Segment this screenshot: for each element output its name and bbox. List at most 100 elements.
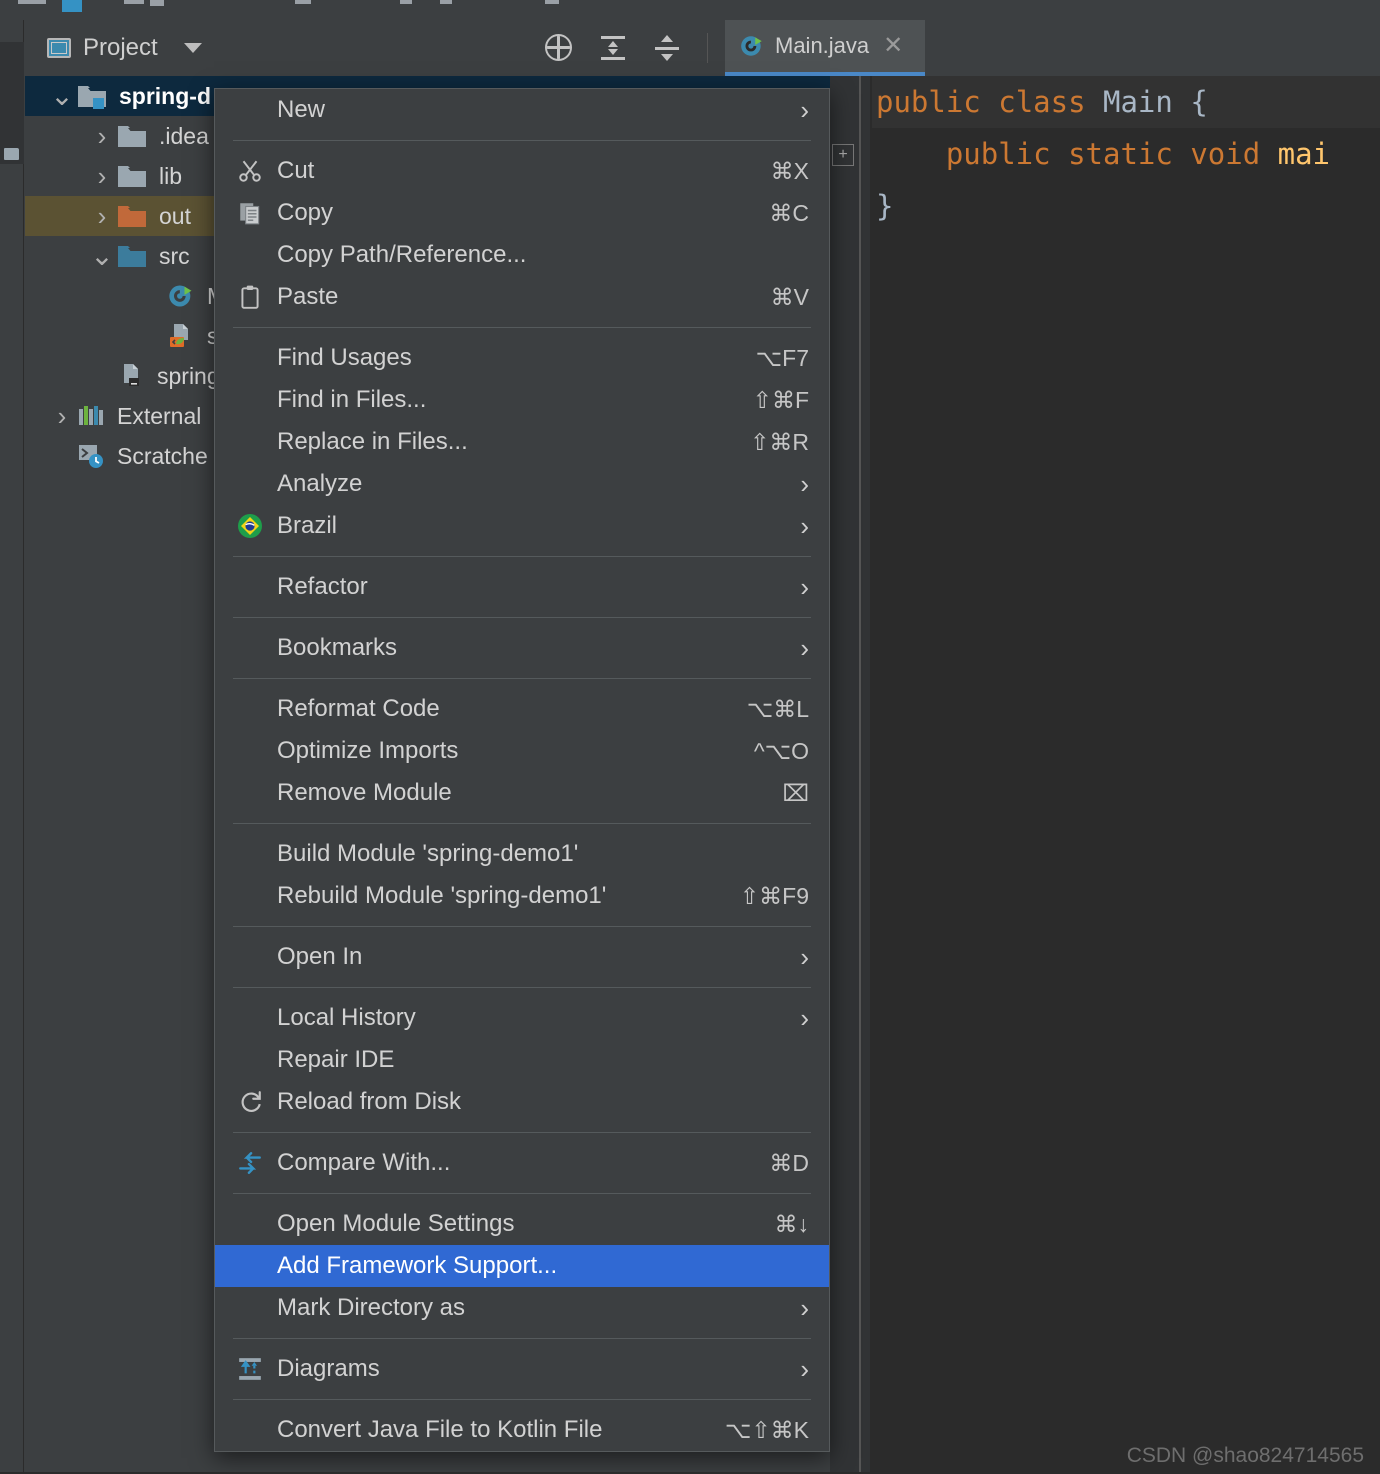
menu-item-label: Build Module 'spring-demo1' [277,840,579,867]
menu-item-label: Remove Module [277,779,452,806]
chevron-down-icon[interactable]: ⌄ [87,242,117,270]
tree-item-label: spring [157,362,220,389]
menu-item-label: Open Module Settings [277,1210,515,1237]
collapse-all-icon[interactable] [653,34,681,62]
menu-item-copy[interactable]: Copy ⌘C [215,192,829,234]
menu-item-open-in[interactable]: Open In › [215,936,829,978]
breadcrumb-dash-3 [150,0,164,6]
menu-item-build-module-spring-demo1[interactable]: Build Module 'spring-demo1' [215,833,829,875]
menu-item-compare-with[interactable]: Compare With... ⌘D [215,1142,829,1184]
code-line[interactable]: public class Main { [872,76,1380,128]
menu-item-brazil[interactable]: Brazil › [215,505,829,547]
brazil-flag-icon [237,513,277,539]
menu-item-mark-directory-as[interactable]: Mark Directory as › [215,1287,829,1329]
menu-item-copy-path-reference[interactable]: Copy Path/Reference... [215,234,829,276]
chevron-down-icon[interactable]: ⌄ [47,82,77,110]
folder-icon [117,123,147,149]
excluded-folder-icon [118,206,146,227]
chevron-down-icon[interactable] [183,43,202,53]
menu-item-label: New [277,96,326,123]
menu-item-remove-module[interactable]: Remove Module ⌧ [215,772,829,814]
menu-item-label: Bookmarks [277,634,398,661]
code-line[interactable]: public static void mai [872,128,1380,180]
editor-area: Main.java ✕ + public class Main { public… [725,20,1380,1474]
menu-item-label: Mark Directory as [277,1294,466,1321]
java-class-icon [167,282,195,310]
close-icon[interactable]: ✕ [883,34,903,58]
paste-icon [237,284,277,310]
menu-item-new[interactable]: New › [215,89,829,131]
watermark: CSDN @shao824714565 [1126,1444,1364,1467]
menu-separator [233,1193,811,1194]
menu-item-label: Compare With... [277,1149,451,1176]
folder-icon [118,126,146,147]
menu-item-add-framework-support[interactable]: Add Framework Support... [215,1245,829,1287]
menu-separator [233,617,811,618]
tree-item-label: src [159,242,190,269]
menu-item-shortcut: ⌥⌘L [746,695,809,722]
menu-item-repair-ide[interactable]: Repair IDE [215,1039,829,1081]
code-content[interactable]: public class Main { public static void m… [872,76,1380,1474]
menu-item-label: Open In [277,943,363,970]
chevron-right-icon[interactable]: › [47,403,77,429]
menu-item-label: Copy Path/Reference... [277,241,527,268]
excluded-folder-icon [117,203,147,229]
chevron-right-icon[interactable]: › [87,123,117,149]
menu-item-refactor[interactable]: Refactor › [215,566,829,608]
code-line[interactable]: } [872,180,1380,232]
chevron-right-icon[interactable]: › [87,163,117,189]
menu-item-label: Replace in Files... [277,428,468,455]
locate-icon[interactable] [545,34,573,62]
menu-separator [233,140,811,141]
menu-separator [233,556,811,557]
page-title: Project [83,34,158,61]
menu-item-paste[interactable]: Paste ⌘V [215,276,829,318]
left-tool-window-bar: Project ture [0,20,24,1474]
menu-item-rebuild-module-spring-demo1[interactable]: Rebuild Module 'spring-demo1' ⇧⌘F9 [215,875,829,917]
menu-item-shortcut: ⇧⌘F9 [739,882,809,909]
breadcrumb-module-icon [62,0,82,12]
menu-item-label: Refactor [277,573,368,600]
menu-item-bookmarks[interactable]: Bookmarks › [215,627,829,669]
menu-item-find-usages[interactable]: Find Usages ⌥F7 [215,337,829,379]
compare-icon [237,1150,277,1176]
menu-separator [233,823,811,824]
menu-item-label: Reformat Code [277,695,440,722]
chevron-right-icon: › [800,1002,809,1033]
tree-item-label: spring-d [119,82,211,109]
menu-separator [233,926,811,927]
code-fold-marker[interactable]: + [832,144,854,166]
menu-item-shortcut: ⌥⇧⌘K [724,1416,809,1443]
breadcrumb-dash-6 [440,0,452,4]
xml-file-icon [124,364,139,386]
menu-item-label: Cut [277,157,315,184]
project-title-group[interactable]: Project [25,34,202,62]
project-panel-header: Project [25,20,830,76]
chevron-right-icon[interactable]: › [87,203,117,229]
menu-item-convert-java-file-to-kotlin-file[interactable]: Convert Java File to Kotlin File ⌥⇧⌘K [215,1409,829,1451]
menu-item-open-module-settings[interactable]: Open Module Settings ⌘↓ [215,1203,829,1245]
tab-main-java[interactable]: Main.java ✕ [725,20,925,76]
twisty-glyph: › [97,121,107,151]
menu-item-label: Diagrams [277,1355,380,1382]
menu-item-diagrams[interactable]: Diagrams › [215,1348,829,1390]
menu-item-label: Brazil [277,512,338,539]
menu-item-optimize-imports[interactable]: Optimize Imports ^⌥O [215,730,829,772]
menu-item-shortcut: ⌘D [769,1149,809,1176]
menu-item-replace-in-files[interactable]: Replace in Files... ⇧⌘R [215,421,829,463]
menu-item-analyze[interactable]: Analyze › [215,463,829,505]
menu-item-local-history[interactable]: Local History › [215,997,829,1039]
menu-item-reload-from-disk[interactable]: Reload from Disk [215,1081,829,1123]
menu-item-label: Repair IDE [277,1046,395,1073]
menu-item-reformat-code[interactable]: Reformat Code ⌥⌘L [215,688,829,730]
reload-icon [237,1089,277,1115]
expand-all-icon[interactable] [599,34,627,62]
menu-item-shortcut: ^⌥O [753,737,809,764]
twisty-glyph: › [97,201,107,231]
xml-file-icon [117,362,145,390]
menu-item-cut[interactable]: Cut ⌘X [215,150,829,192]
twisty-glyph: › [57,401,67,431]
java-class-icon [741,36,762,56]
source-folder-icon [118,246,146,267]
menu-item-find-in-files[interactable]: Find in Files... ⇧⌘F [215,379,829,421]
